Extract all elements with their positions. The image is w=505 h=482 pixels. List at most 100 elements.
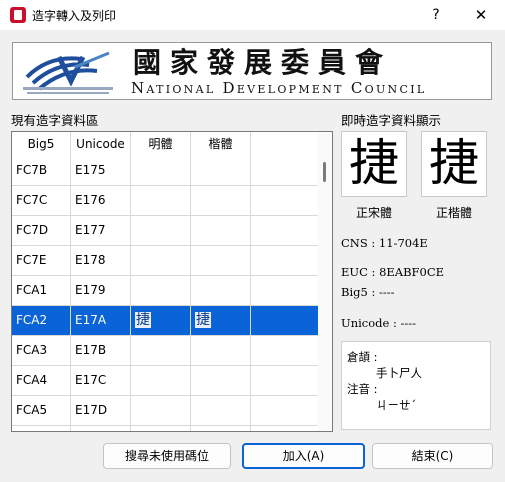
table-row[interactable]: FC7C E176 xyxy=(12,186,320,216)
table-rows: FC7B E175 FC7C E176 FC7D E177 FC7E E178 FCA1 E179… xyxy=(12,156,320,431)
big5-cell: FCA3 xyxy=(12,336,71,365)
big5-code: Big5 : ---- xyxy=(341,285,395,299)
kai-glyph-cell xyxy=(191,156,251,185)
big5-cell-text: FC7E xyxy=(16,253,47,267)
table-row[interactable]: FCA1 E179 xyxy=(12,276,320,306)
unicode-cell: E17B xyxy=(71,336,131,365)
ming-glyph-cell xyxy=(131,216,191,245)
kai-font-preview: 捷 xyxy=(421,131,487,197)
euc-code: EUC : 8EABF0CE xyxy=(341,265,445,279)
zhuyin-label: 注音 : xyxy=(347,382,378,396)
table-header: Big5 Unicode 明體 楷體 xyxy=(12,132,320,156)
table-scrollbar[interactable] xyxy=(318,132,332,431)
app-icon xyxy=(10,7,26,23)
kai-glyph-cell xyxy=(191,366,251,395)
table-row[interactable]: FCA5 E17D xyxy=(12,396,320,426)
unicode-code: Unicode : ---- xyxy=(341,316,417,330)
ming-glyph-cell-text: 捷 xyxy=(135,312,151,328)
unicode-cell-text: E178 xyxy=(75,253,106,267)
unicode-cell-text: E177 xyxy=(75,223,106,237)
ming-glyph-cell xyxy=(131,156,191,185)
kai-glyph-cell xyxy=(191,186,251,215)
table-row[interactable]: FC7B E175 xyxy=(12,156,320,186)
column-header-big5[interactable]: Big5 xyxy=(12,132,71,156)
unicode-cell-text: E176 xyxy=(75,193,106,207)
big5-cell xyxy=(12,426,71,431)
big5-cell-text: FCA5 xyxy=(16,403,48,417)
unicode-cell: E177 xyxy=(71,216,131,245)
table-row[interactable]: FC7D E177 xyxy=(12,216,320,246)
big5-cell-text: FC7D xyxy=(16,223,49,237)
cangjie-value: 手卜尸人 xyxy=(376,366,422,380)
ming-glyph-cell xyxy=(131,366,191,395)
unicode-cell-text: E175 xyxy=(75,163,106,177)
big5-cell: FCA1 xyxy=(12,276,71,305)
song-font-preview: 捷 xyxy=(341,131,407,197)
column-header-unicode[interactable]: Unicode xyxy=(71,132,131,156)
finish-button[interactable]: 結束(C) xyxy=(372,443,493,469)
cns-code: CNS : 11-704E xyxy=(341,236,428,250)
kai-glyph-cell xyxy=(191,246,251,275)
big5-cell: FCA4 xyxy=(12,366,71,395)
unicode-cell: E17D xyxy=(71,396,131,425)
table-row[interactable]: FCA4 E17C xyxy=(12,366,320,396)
ming-glyph-cell xyxy=(131,426,191,431)
unicode-cell-text: E17D xyxy=(75,403,108,417)
ming-glyph-cell xyxy=(131,246,191,275)
close-button[interactable]: ✕ xyxy=(471,5,491,25)
column-header-ming[interactable]: 明體 xyxy=(131,132,191,156)
realtime-display-label: 即時造字資料顯示 xyxy=(341,113,442,128)
ndc-logo-icon xyxy=(23,51,113,94)
search-unused-code-button[interactable]: 搜尋未使用碼位 xyxy=(103,443,231,469)
ming-glyph-cell xyxy=(131,336,191,365)
ming-glyph-cell xyxy=(131,276,191,305)
ming-glyph-cell xyxy=(131,186,191,215)
kai-font-caption: 正楷體 xyxy=(435,206,472,220)
scrollbar-thumb[interactable] xyxy=(323,162,326,182)
window-title: 造字轉入及列印 xyxy=(32,9,117,23)
banner-chinese-name: 國家發展委員會 xyxy=(133,46,393,79)
big5-cell: FC7C xyxy=(12,186,71,215)
zhuyin-value: ㄐㄧㄝˊ xyxy=(376,398,417,412)
big5-cell: FCA5 xyxy=(12,396,71,425)
big5-cell: FC7E xyxy=(12,246,71,275)
banner-english-name: National Development Council xyxy=(131,79,427,97)
table-row[interactable] xyxy=(12,426,320,431)
kai-glyph-cell: 捷 xyxy=(191,306,251,335)
existing-data-label: 現有造字資料區 xyxy=(11,113,99,128)
add-button[interactable]: 加入(A) xyxy=(242,443,365,469)
kai-glyph-cell xyxy=(191,426,251,431)
custom-char-table[interactable]: Big5 Unicode 明體 楷體 FC7B E175 FC7C E176 FC7D E… xyxy=(11,131,333,432)
kai-glyph-cell xyxy=(191,216,251,245)
unicode-cell: E179 xyxy=(71,276,131,305)
big5-cell: FC7D xyxy=(12,216,71,245)
unicode-cell: E17A xyxy=(71,306,131,335)
big5-cell-text: FCA4 xyxy=(16,373,48,387)
ndc-banner: 國家發展委員會 National Development Council xyxy=(12,42,492,100)
unicode-cell-text: E17B xyxy=(75,343,107,357)
unicode-cell xyxy=(71,426,131,431)
kai-glyph-cell xyxy=(191,276,251,305)
table-row[interactable]: FC7E E178 xyxy=(12,246,320,276)
big5-cell-text: FC7C xyxy=(16,193,48,207)
unicode-cell-text: E17C xyxy=(75,373,107,387)
kai-glyph-cell-text: 捷 xyxy=(195,312,211,328)
big5-cell-text: FCA2 xyxy=(16,313,48,327)
unicode-cell: E17C xyxy=(71,366,131,395)
ming-glyph-cell: 捷 xyxy=(131,306,191,335)
unicode-cell-text: E17A xyxy=(75,313,107,327)
title-bar: 造字轉入及列印 ? ✕ xyxy=(0,0,505,30)
table-row[interactable]: FCA3 E17B xyxy=(12,336,320,366)
column-header-kai[interactable]: 楷體 xyxy=(191,132,251,156)
input-code-box: 倉頡 : 手卜尸人 注音 : ㄐㄧㄝˊ xyxy=(341,341,491,430)
help-button[interactable]: ? xyxy=(426,5,446,25)
big5-cell: FCA2 xyxy=(12,306,71,335)
unicode-cell: E176 xyxy=(71,186,131,215)
kai-glyph-cell xyxy=(191,336,251,365)
big5-cell: FC7B xyxy=(12,156,71,185)
ming-glyph-cell xyxy=(131,396,191,425)
table-row[interactable]: FCA2 E17A 捷 捷 xyxy=(12,306,320,336)
song-font-caption: 正宋體 xyxy=(355,206,392,220)
unicode-cell: E175 xyxy=(71,156,131,185)
big5-cell-text: FC7B xyxy=(16,163,48,177)
